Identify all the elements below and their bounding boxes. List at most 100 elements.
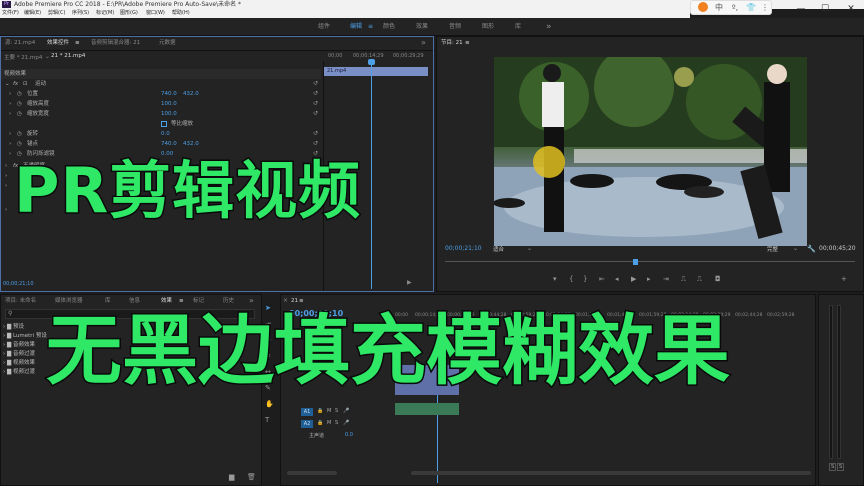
track-lock-icon[interactable]: 🔒 xyxy=(317,408,323,414)
param-value[interactable]: 0.0 xyxy=(161,129,170,139)
panel-more-icon[interactable]: » xyxy=(421,37,426,49)
expand-arrow-icon[interactable]: › xyxy=(9,139,11,149)
menu-edit[interactable]: 编辑(E) xyxy=(24,9,41,18)
expand-arrow-icon[interactable]: › xyxy=(9,99,11,109)
stopwatch-icon[interactable]: ◷ xyxy=(17,89,22,99)
workspace-graphics[interactable]: 图形 xyxy=(482,18,494,36)
quality-chevron-icon[interactable]: ⌄ xyxy=(793,245,798,252)
workspace-menu-icon[interactable]: ≡ xyxy=(368,18,373,36)
program-menu-icon[interactable]: ≡ xyxy=(465,37,470,49)
param-value-x[interactable]: 740.0 xyxy=(161,89,177,99)
menu-file[interactable]: 文件(F) xyxy=(2,9,19,18)
expand-arrow-icon[interactable]: › xyxy=(9,109,11,119)
clip-selector[interactable]: 主要 * 21.mp4 xyxy=(4,53,42,61)
minimize-button[interactable]: — xyxy=(792,0,810,18)
param-value-x[interactable]: 740.0 xyxy=(161,139,177,149)
solo-button[interactable]: S xyxy=(335,420,338,426)
workspace-editing[interactable]: 编辑 xyxy=(350,18,362,36)
ime-punct[interactable]: º, xyxy=(727,2,743,14)
tab-effect-controls[interactable]: 效果控件 xyxy=(47,37,69,49)
solo-left-button[interactable]: S xyxy=(829,463,837,471)
new-bin-icon[interactable]: ▆ xyxy=(229,473,234,481)
menu-graphics[interactable]: 图形(G) xyxy=(120,9,138,18)
track-target-a2[interactable]: A2 xyxy=(301,420,313,428)
expand-arrow-icon[interactable]: › xyxy=(5,205,7,215)
reset-icon[interactable]: ↺ xyxy=(313,89,318,99)
param-value[interactable]: 100.0 xyxy=(161,109,177,119)
motion-row[interactable]: ⌄ fx ⊡ 运动 ↺ xyxy=(1,79,321,89)
solo-right-button[interactable]: S xyxy=(837,463,845,471)
motion-transform-icon[interactable]: ⊡ xyxy=(23,79,28,89)
expand-arrow-icon[interactable]: › xyxy=(5,171,7,181)
program-timecode[interactable]: 00;00;21;10 xyxy=(445,245,482,252)
type-tool-icon[interactable]: T xyxy=(265,416,269,425)
export-frame-icon[interactable]: ▶ xyxy=(407,279,412,286)
effect-controls-menu-icon[interactable]: ≡ xyxy=(75,37,80,49)
program-playhead[interactable] xyxy=(633,259,638,265)
stopwatch-icon[interactable]: ◷ xyxy=(17,99,22,109)
mark-out-icon[interactable]: } xyxy=(583,275,587,284)
extract-icon[interactable]: ⎍ xyxy=(697,275,702,284)
reset-icon[interactable]: ↺ xyxy=(313,109,318,119)
add-button-icon[interactable]: + xyxy=(841,275,847,284)
menu-window[interactable]: 窗口(W) xyxy=(146,9,165,18)
expand-arrow-icon[interactable]: › xyxy=(9,149,11,159)
tab-source[interactable]: 源: 21.mp4 xyxy=(5,37,35,49)
ime-menu-icon[interactable]: ⋮ xyxy=(757,2,773,14)
ime-mode-cn[interactable]: 中 xyxy=(711,2,727,14)
ec-current-timecode[interactable]: 00;00;21;10 xyxy=(3,281,34,287)
ime-logo-icon[interactable] xyxy=(695,2,711,14)
workspace-libraries[interactable]: 库 xyxy=(515,18,521,36)
workspace-effects[interactable]: 效果 xyxy=(416,18,428,36)
program-scrubber[interactable] xyxy=(445,261,855,262)
quality-select[interactable]: 完整 xyxy=(767,245,778,253)
mute-button[interactable]: M xyxy=(327,420,331,426)
clip-selector-chevron-icon[interactable]: ⌄ xyxy=(45,53,50,60)
ec-playhead-handle[interactable] xyxy=(368,59,375,65)
close-button[interactable]: ✕ xyxy=(842,0,860,18)
zoom-chevron-icon[interactable]: ⌄ xyxy=(527,245,532,252)
track-lock-icon[interactable]: 🔒 xyxy=(317,420,323,426)
reset-icon[interactable]: ↺ xyxy=(313,129,318,139)
stopwatch-icon[interactable]: ◷ xyxy=(17,139,22,149)
menu-marker[interactable]: 标记(M) xyxy=(96,9,114,18)
go-to-in-icon[interactable]: ⇤ xyxy=(599,275,605,284)
ec-playhead[interactable] xyxy=(371,59,372,289)
zoom-select[interactable]: 适合 xyxy=(493,245,504,253)
menu-sequence[interactable]: 序列(S) xyxy=(72,9,89,18)
expand-arrow-icon[interactable]: › xyxy=(9,89,11,99)
expand-arrow-icon[interactable]: › xyxy=(5,181,7,191)
reset-icon[interactable]: ↺ xyxy=(313,139,318,149)
tab-metadata[interactable]: 元数据 xyxy=(159,37,176,49)
add-marker-icon[interactable]: ▾ xyxy=(553,275,557,284)
param-value[interactable]: 100.0 xyxy=(161,99,177,109)
voice-over-icon[interactable]: 🎤 xyxy=(343,408,349,414)
param-value-y[interactable]: 432.0 xyxy=(183,139,199,149)
step-back-icon[interactable]: ◂ xyxy=(615,275,619,284)
master-volume-value[interactable]: 0.0 xyxy=(345,432,353,438)
workspace-color[interactable]: 颜色 xyxy=(383,18,395,36)
play-icon[interactable]: ▶ xyxy=(631,275,636,284)
workspace-more-icon[interactable]: » xyxy=(546,18,552,36)
solo-button[interactable]: S xyxy=(335,408,338,414)
program-video-frame[interactable] xyxy=(494,57,807,246)
param-value-y[interactable]: 432.0 xyxy=(183,89,199,99)
timeline-horizontal-scrollbar[interactable] xyxy=(411,471,811,475)
stopwatch-icon[interactable]: ◷ xyxy=(17,129,22,139)
ec-clip-bar[interactable]: 21.mp4 xyxy=(324,67,428,76)
export-frame-icon[interactable]: ◘ xyxy=(715,275,721,284)
menu-clip[interactable]: 剪辑(C) xyxy=(48,9,65,18)
stopwatch-icon[interactable]: ◷ xyxy=(17,109,22,119)
lift-icon[interactable]: ⎍ xyxy=(681,275,686,284)
menu-help[interactable]: 帮助(H) xyxy=(172,9,190,18)
mute-button[interactable]: M xyxy=(327,408,331,414)
go-to-out-icon[interactable]: ⇥ xyxy=(663,275,669,284)
mark-in-icon[interactable]: { xyxy=(569,275,573,284)
expand-arrow-icon[interactable]: › xyxy=(5,161,7,171)
expand-chevron-icon[interactable]: ⌄ xyxy=(5,79,10,89)
tab-audio-clip-mixer[interactable]: 音频剪辑混合器: 21 xyxy=(91,37,140,49)
voice-over-icon[interactable]: 🎤 xyxy=(343,420,349,426)
maximize-button[interactable]: ☐ xyxy=(816,0,834,18)
uniform-scale-checkbox[interactable] xyxy=(161,121,167,127)
reset-icon[interactable]: ↺ xyxy=(313,79,318,89)
